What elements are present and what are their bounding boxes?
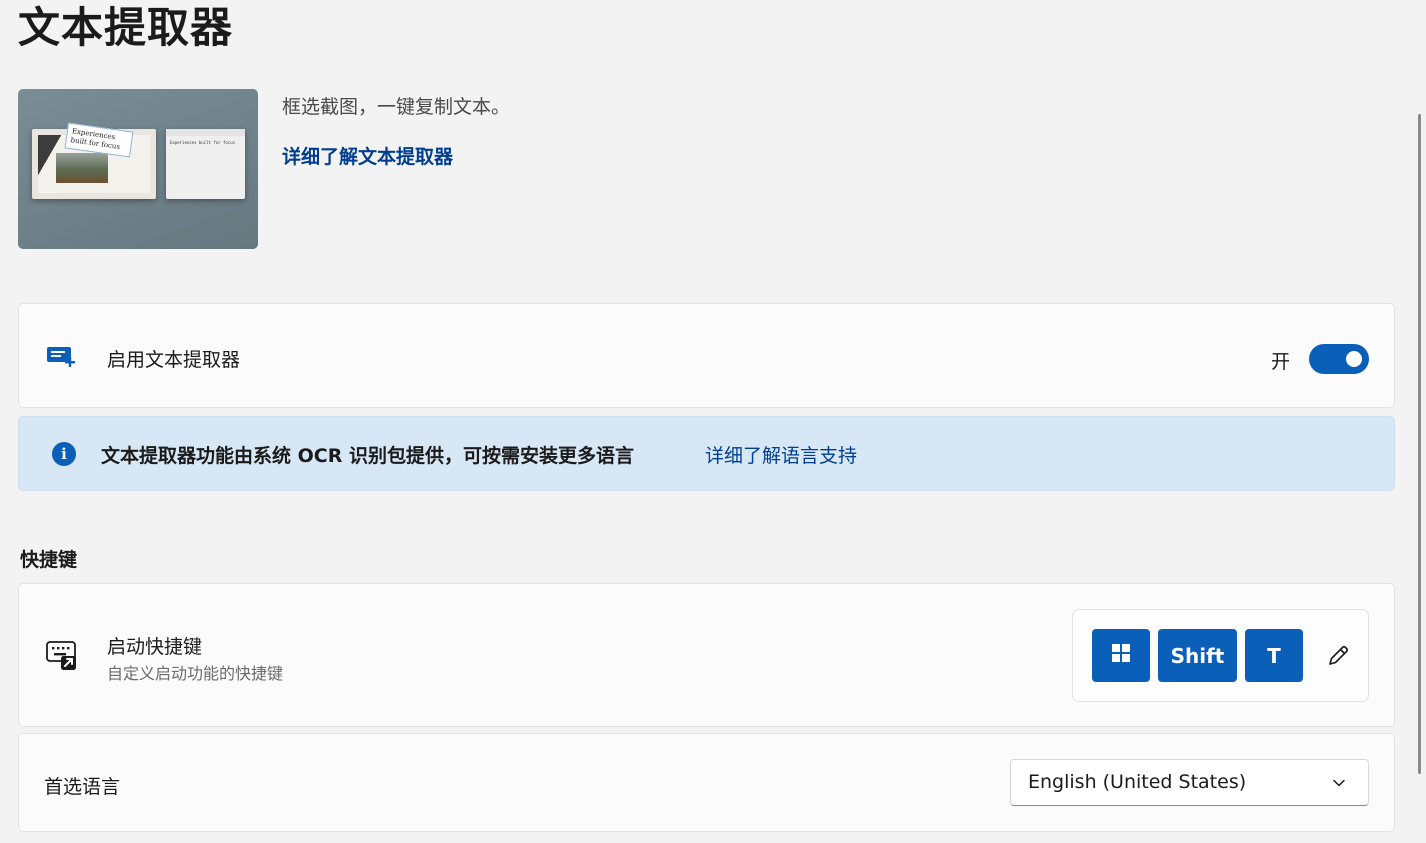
key-windows: [1092, 629, 1150, 682]
preferred-language-label: 首选语言: [44, 776, 121, 798]
activation-shortcut-description: 自定义启动功能的快捷键: [107, 664, 284, 683]
enable-text-extractor-card: 启用文本提取器 开: [18, 303, 1395, 408]
text-extractor-settings-page: 文本提取器 Experiences built for focus Experi…: [0, 0, 1426, 843]
enable-label: 启用文本提取器: [107, 349, 241, 371]
key-t: T: [1245, 629, 1303, 682]
keyboard-shortcut-icon: [45, 640, 79, 676]
info-message: 文本提取器功能由系统 OCR 识别包提供，可按需安装更多语言: [101, 445, 634, 467]
shortcut-keys-box[interactable]: Shift T: [1072, 609, 1369, 702]
text-extractor-icon: [45, 344, 77, 376]
page-title: 文本提取器: [18, 3, 234, 52]
hero-image: Experiences built for focus Experiences …: [18, 89, 258, 249]
hero-image-book-window: Experiences built for focus: [32, 122, 156, 199]
enable-toggle[interactable]: [1309, 344, 1369, 374]
edit-shortcut-button[interactable]: [1324, 642, 1352, 670]
activation-shortcut-label: 启动快捷键: [107, 636, 203, 658]
hero-image-notepad-window: Experiences built for focus: [166, 129, 245, 199]
windows-logo-icon: [1111, 643, 1131, 668]
language-selected-value: English (United States): [1028, 771, 1247, 793]
preferred-language-card: 首选语言 English (United States): [18, 733, 1395, 832]
learn-more-link[interactable]: 详细了解文本提取器: [282, 142, 453, 169]
toggle-knob: [1346, 351, 1362, 367]
hero-image-notepad-text: Experiences built for focus: [170, 140, 236, 145]
shortcuts-section-title: 快捷键: [20, 549, 78, 571]
ocr-info-bar: i 文本提取器功能由系统 OCR 识别包提供，可按需安装更多语言 详细了解语言支…: [18, 416, 1395, 491]
language-dropdown[interactable]: English (United States): [1010, 759, 1369, 806]
pencil-icon: [1324, 645, 1352, 674]
chevron-down-icon: [1332, 775, 1346, 794]
toggle-state-label: 开: [1270, 351, 1290, 373]
hero-description: 框选截图，一键复制文本。: [282, 96, 511, 118]
info-icon: i: [52, 442, 76, 466]
key-shift: Shift: [1158, 629, 1237, 682]
activation-shortcut-card: 启动快捷键 自定义启动功能的快捷键 Shift T: [18, 583, 1395, 727]
language-support-link[interactable]: 详细了解语言支持: [705, 441, 857, 468]
scrollbar[interactable]: [1418, 114, 1421, 774]
